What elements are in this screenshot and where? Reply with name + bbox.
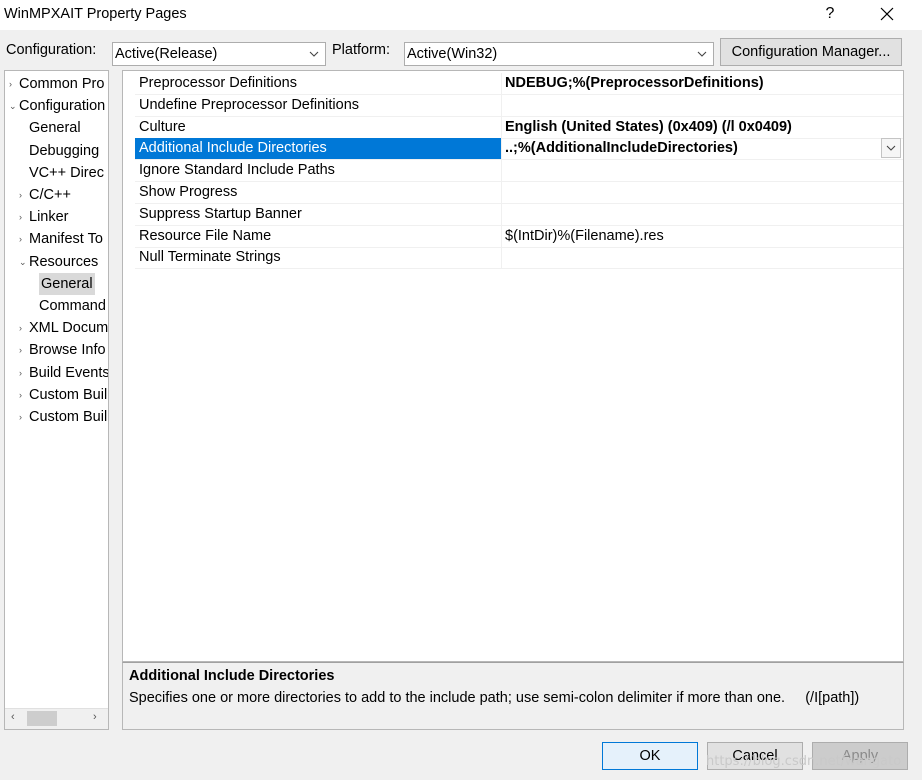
- tree-item[interactable]: ⌄ Resources: [19, 251, 99, 273]
- tree-item[interactable]: › Custom Buil: [19, 406, 108, 428]
- property-name[interactable]: Additional Include Directories: [135, 138, 502, 160]
- property-row[interactable]: Preprocessor Definitions NDEBUG;%(Preproc…: [135, 73, 903, 95]
- property-row[interactable]: Undefine Preprocessor Definitions: [135, 94, 903, 117]
- close-button[interactable]: [874, 3, 900, 27]
- title-bar: WinMPXAIT Property Pages ?: [0, 0, 922, 30]
- scroll-right-icon[interactable]: ›: [93, 711, 97, 723]
- property-value[interactable]: [503, 160, 903, 181]
- property-value[interactable]: $(IntDir)%(Filename).res: [503, 226, 903, 247]
- chevron-down-icon[interactable]: ⌄: [9, 95, 19, 117]
- property-name[interactable]: Preprocessor Definitions: [135, 73, 502, 94]
- property-value[interactable]: [503, 204, 903, 225]
- property-row[interactable]: Additional Include Directories ..;%(Addit…: [135, 138, 903, 161]
- tree-item-label: VC++ Direc: [29, 164, 104, 181]
- tree-item-label: XML Docum: [29, 320, 109, 337]
- tree-item[interactable]: › Linker: [19, 206, 69, 228]
- property-value[interactable]: [503, 247, 903, 268]
- property-name[interactable]: Suppress Startup Banner: [135, 203, 502, 225]
- configuration-label: Configuration:: [6, 42, 97, 58]
- tree-item-label: Custom Buil: [29, 409, 108, 425]
- property-value[interactable]: [503, 182, 903, 203]
- tree-item-label: Linker: [29, 209, 69, 226]
- tree-item-label: Browse Info: [29, 342, 106, 359]
- property-row[interactable]: Show Progress: [135, 182, 903, 204]
- property-name[interactable]: Show Progress: [135, 182, 502, 203]
- tree-item-label: Common Pro: [19, 76, 105, 92]
- property-row[interactable]: Ignore Standard Include Paths: [135, 160, 903, 183]
- configuration-select[interactable]: Active(Release): [112, 42, 326, 66]
- tree-item-label: General: [29, 120, 81, 137]
- property-name[interactable]: Undefine Preprocessor Definitions: [135, 94, 502, 116]
- tree-item-label: Custom Buil: [29, 386, 108, 403]
- chevron-right-icon[interactable]: ›: [19, 206, 29, 228]
- tree-item[interactable]: › C/C++: [19, 184, 71, 206]
- chevron-right-icon[interactable]: ›: [19, 384, 29, 406]
- tree-item[interactable]: General: [29, 117, 81, 139]
- configuration-value: Active(Release): [115, 46, 218, 62]
- property-value[interactable]: English (United States) (0x409) (/l 0x04…: [503, 117, 903, 138]
- tree-item[interactable]: › Common Pro: [9, 73, 105, 95]
- chevron-right-icon[interactable]: ›: [9, 73, 19, 95]
- property-value[interactable]: NDEBUG;%(PreprocessorDefinitions): [503, 73, 903, 94]
- platform-label: Platform:: [332, 42, 391, 58]
- property-name[interactable]: Culture: [135, 116, 502, 138]
- chevron-right-icon[interactable]: ›: [19, 406, 29, 428]
- chevron-right-icon[interactable]: ›: [19, 339, 29, 361]
- scrollbar-thumb[interactable]: [27, 711, 57, 726]
- tree-item-label: Build Events: [29, 364, 109, 381]
- property-row[interactable]: Suppress Startup Banner: [135, 203, 903, 226]
- tree-item[interactable]: VC++ Direc: [29, 162, 104, 184]
- tree-item[interactable]: Debugging: [29, 140, 99, 162]
- tree-item[interactable]: › XML Docum: [19, 317, 109, 339]
- property-name[interactable]: Resource File Name: [135, 225, 502, 247]
- help-button[interactable]: ?: [818, 3, 842, 25]
- property-value[interactable]: ..;%(AdditionalIncludeDirectories): [503, 138, 903, 159]
- tree-item-label: Configuration: [19, 98, 106, 115]
- property-value[interactable]: [503, 95, 903, 116]
- chevron-right-icon[interactable]: ›: [19, 228, 29, 250]
- tree-item-label: Command: [39, 298, 106, 314]
- tree-item[interactable]: › Custom Buil: [19, 384, 108, 406]
- property-row[interactable]: Resource File Name $(IntDir)%(Filename).r…: [135, 225, 903, 248]
- close-icon: [880, 7, 894, 21]
- chevron-down-icon[interactable]: ⌄: [19, 251, 29, 273]
- watermark-text: https://blog.csdn.net/wangato: [706, 754, 902, 769]
- tree-item-label: C/C++: [29, 187, 71, 203]
- tree-item-label: Manifest To: [29, 231, 103, 248]
- property-dropdown-button[interactable]: [881, 138, 901, 159]
- category-tree[interactable]: › Common Pro ⌄ Configuration General Debuggin…: [4, 70, 109, 730]
- property-row[interactable]: Culture English (United States) (0x409) (…: [135, 116, 903, 139]
- tree-item-label: General: [41, 275, 93, 292]
- ok-button[interactable]: OK: [602, 742, 698, 770]
- chevron-down-icon: [309, 51, 319, 57]
- chevron-down-icon: [886, 146, 896, 152]
- tree-item[interactable]: General: [39, 272, 95, 295]
- window-title: WinMPXAIT Property Pages: [4, 6, 187, 22]
- description-text: Specifies one or more directories to add…: [129, 690, 860, 706]
- tree-item[interactable]: ⌄ Configuration: [9, 95, 106, 117]
- description-panel: Additional Include Directories Specifies…: [122, 662, 904, 730]
- platform-select[interactable]: Active(Win32): [404, 42, 714, 66]
- tree-item[interactable]: › Manifest To: [19, 228, 103, 250]
- property-grid[interactable]: Preprocessor Definitions NDEBUG;%(Preproc…: [122, 70, 904, 662]
- property-name[interactable]: Null Terminate Strings: [135, 247, 502, 269]
- platform-value: Active(Win32): [407, 46, 498, 62]
- chevron-right-icon[interactable]: ›: [19, 184, 29, 206]
- property-name[interactable]: Ignore Standard Include Paths: [135, 160, 502, 182]
- tree-item[interactable]: › Browse Info: [19, 339, 106, 361]
- tree-horizontal-scrollbar[interactable]: ‹ ›: [5, 708, 108, 729]
- description-title: Additional Include Directories: [129, 668, 335, 684]
- scroll-left-icon[interactable]: ‹: [11, 711, 15, 723]
- chevron-right-icon[interactable]: ›: [19, 362, 29, 384]
- tree-item-label: Resources: [29, 253, 99, 270]
- property-row[interactable]: Null Terminate Strings: [135, 247, 903, 270]
- chevron-down-icon: [697, 51, 707, 57]
- tree-item-label: Debugging: [29, 142, 100, 159]
- chevron-right-icon[interactable]: ›: [19, 317, 29, 339]
- tree-item[interactable]: Command: [39, 295, 106, 317]
- tree-item[interactable]: › Build Events: [19, 362, 109, 384]
- configuration-manager-button[interactable]: Configuration Manager...: [720, 38, 902, 66]
